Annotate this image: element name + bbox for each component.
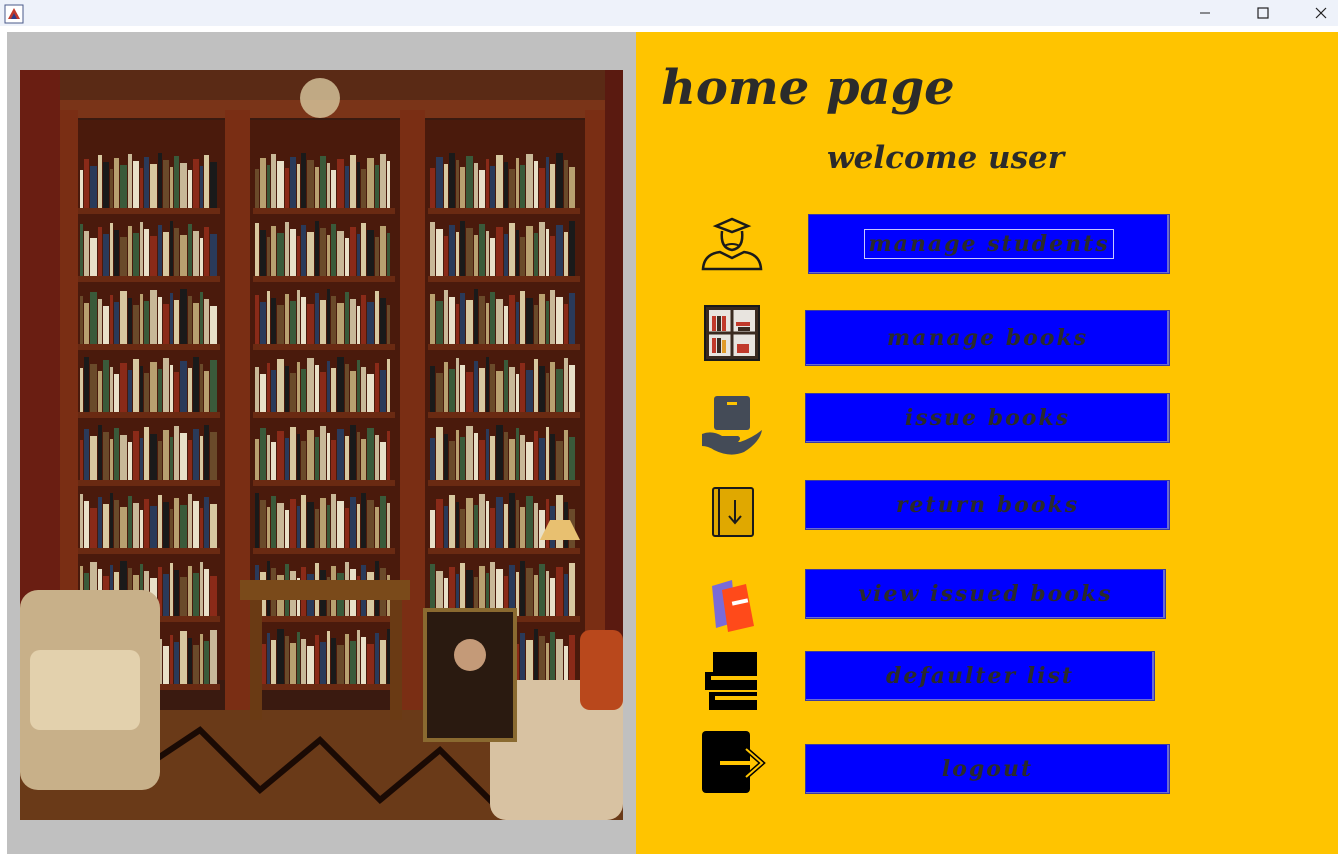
manage-students-label: manage students <box>864 229 1114 259</box>
defaulter-list-label: defaulter list <box>885 663 1075 689</box>
close-icon <box>1315 7 1327 19</box>
minimize-icon <box>1200 12 1210 14</box>
window-titlebar <box>0 0 1338 26</box>
close-button[interactable] <box>1298 0 1338 26</box>
book-return-icon <box>711 486 755 538</box>
student-icon <box>700 214 764 272</box>
page-title: home page <box>661 60 955 116</box>
logout-label: logout <box>941 756 1034 782</box>
logout-icon <box>700 729 766 795</box>
manage-books-button[interactable]: manage books <box>805 310 1170 366</box>
minimize-button[interactable] <box>1182 0 1228 26</box>
return-books-button[interactable]: return books <box>805 480 1170 530</box>
defaulter-list-button[interactable]: defaulter list <box>805 651 1155 701</box>
books-stack-icon <box>708 576 758 632</box>
library-photo <box>20 70 623 820</box>
return-books-label: return books <box>895 492 1080 518</box>
view-issued-books-label: view issued books <box>858 581 1113 607</box>
issue-books-button[interactable]: issue books <box>805 393 1170 443</box>
manage-books-label: manage books <box>886 325 1089 351</box>
maximize-button[interactable] <box>1240 0 1286 26</box>
hand-box-icon <box>700 394 764 458</box>
maximize-icon <box>1257 7 1269 19</box>
book-pile-icon <box>703 650 759 710</box>
manage-students-button[interactable]: manage students <box>808 214 1170 274</box>
bookshelf-icon <box>703 304 761 362</box>
java-app-icon <box>4 4 24 24</box>
issue-books-label: issue books <box>904 405 1071 431</box>
view-issued-books-button[interactable]: view issued books <box>805 569 1166 619</box>
welcome-message: welcome user <box>827 140 1065 176</box>
logout-button[interactable]: logout <box>805 744 1170 794</box>
